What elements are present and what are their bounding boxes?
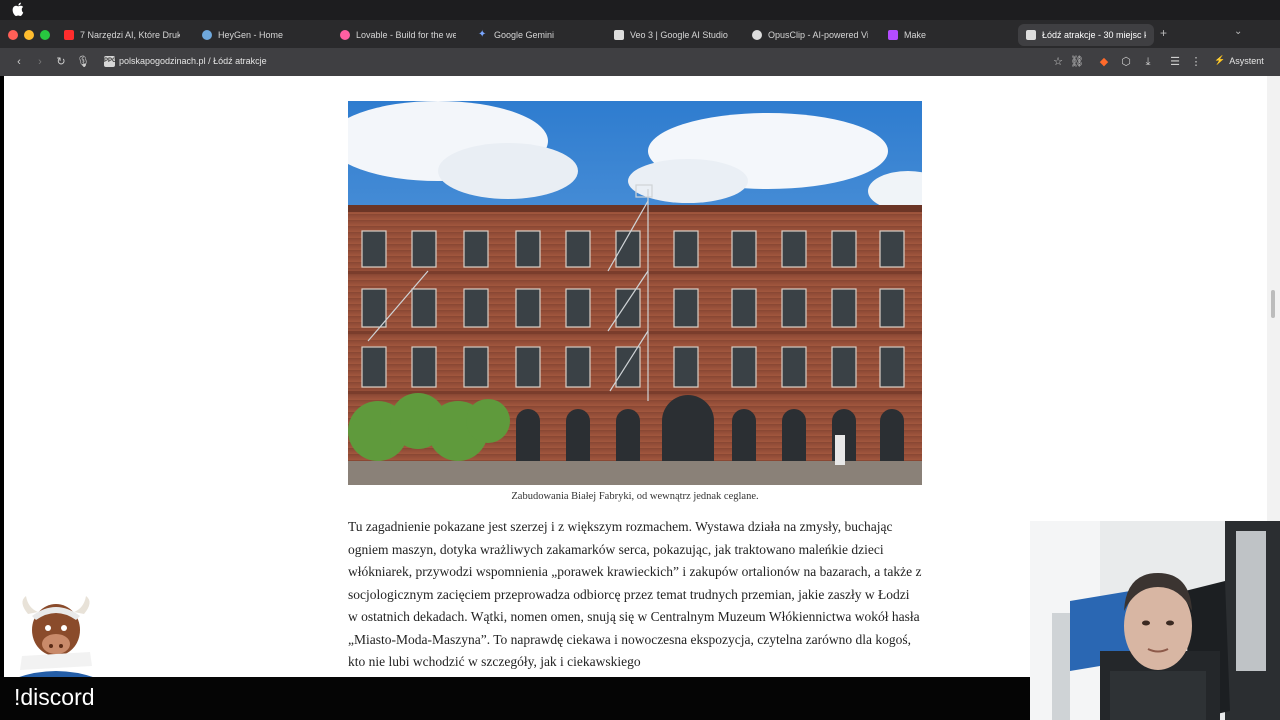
previous-text-line [348,76,818,82]
maximize-window-button[interactable] [40,30,50,40]
apple-icon[interactable] [12,2,24,16]
url-domain: polskapogodzinach.pl [119,56,206,66]
tab-gemini[interactable]: ✦ Google Gemini [470,24,602,46]
gemini-icon: ✦ [478,29,487,40]
tab-label: 7 Narzędzi AI, Które Drukują [80,30,180,40]
url-separator: / [205,56,214,66]
ai-studio-icon [614,30,624,40]
lovable-icon [340,30,350,40]
tab-label: Łódź atrakcje - 30 miejsc kt [1042,30,1146,40]
audio-icon[interactable]: ⋮ [1188,54,1204,70]
webcam-overlay [1030,521,1280,720]
site-favicon: PPG [104,56,117,67]
new-tab-icon[interactable]: + [1160,26,1167,40]
assistant-icon: ⚡ [1214,55,1226,65]
photo-caption: Zabudowania Białej Fabryki, od wewnątrz … [511,491,759,502]
article-paragraph: Tu zagadnienie pokazane jest szerzej i z… [348,519,922,669]
tab-7-narzedzi[interactable]: 7 Narzędzi AI, Które Drukują [56,24,188,46]
assistant-label: Asystent [1229,55,1264,66]
byki-inzyniera-logo [16,596,96,678]
reload-icon[interactable]: ↻ [53,54,69,70]
download-icon[interactable]: ⤓ [1140,54,1156,70]
heygen-icon [202,30,212,40]
tab-label: Veo 3 | Google AI Studio [630,30,728,40]
tab-heygen[interactable]: HeyGen - Home [194,24,326,46]
address-bar[interactable]: polskapogodzinach.pl / Łódź atrakcje [119,56,267,66]
discord-command-text: !discord [14,684,95,710]
scrollbar-thumb[interactable] [1271,290,1275,318]
opusclip-icon [752,30,762,40]
make-icon [888,30,898,40]
puzzle-icon[interactable]: ⬡ [1118,54,1134,70]
macos-menubar [0,0,1280,20]
star-icon[interactable]: ☆ [1050,54,1066,70]
minimize-window-button[interactable] [24,30,34,40]
tab-label: Google Gemini [494,30,555,40]
tab-strip: 7 Narzędzi AI, Które Drukują HeyGen - Ho… [0,20,1280,48]
site-icon [1026,30,1036,40]
assistant-button[interactable]: ⚡ Asystent [1214,55,1264,66]
tab-label: OpusClip - AI-powered Vide [768,30,868,40]
close-window-button[interactable] [8,30,18,40]
chevron-down-icon[interactable]: ⌄ [1234,26,1242,37]
tab-label: HeyGen - Home [218,30,284,40]
mic-icon[interactable]: 🎙 [75,54,91,70]
tab-lovable[interactable]: Lovable - Build for the web [332,24,464,46]
tab-veo3[interactable]: Veo 3 | Google AI Studio [606,24,738,46]
tab-make[interactable]: Make [880,24,1012,46]
list-icon[interactable]: ☰ [1167,54,1183,70]
article-photo [348,101,922,485]
tab-label: Make [904,30,927,40]
forward-icon[interactable]: › [32,54,48,70]
youtube-icon [64,30,74,40]
tab-label: Lovable - Build for the web [356,30,456,40]
back-icon[interactable]: ‹ [11,54,27,70]
extension-icon[interactable]: ◆ [1096,54,1112,70]
link-icon[interactable]: ⛓ [1069,54,1085,70]
stream-bottom-bar [0,677,1030,720]
url-path: Łódź atrakcje [213,56,267,66]
tab-lodz-atrakcje[interactable]: Łódź atrakcje - 30 miejsc kt [1018,24,1154,46]
tab-opusclip[interactable]: OpusClip - AI-powered Vide [744,24,876,46]
